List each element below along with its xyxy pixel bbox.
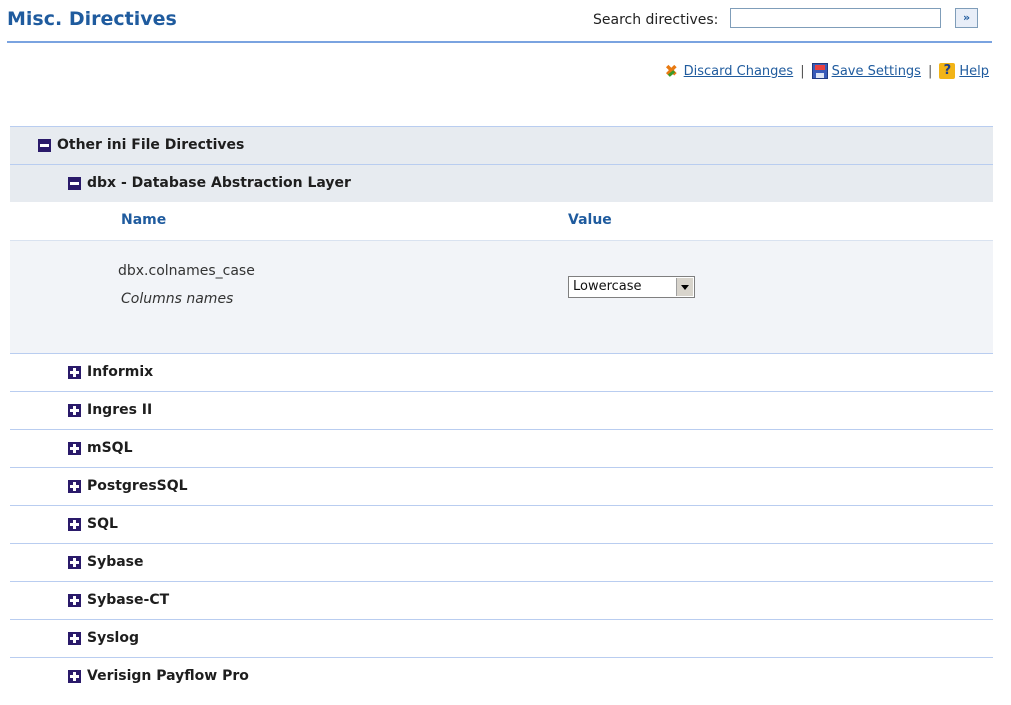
tree-group-item[interactable]: Syslog [10,619,993,657]
page-header: Misc. Directives Search directives: » [0,0,1011,44]
colnames-case-select[interactable]: Lowercase [568,276,695,298]
tree-group-item[interactable]: SQL [10,505,993,543]
save-settings-link[interactable]: Save Settings [832,64,921,79]
page-title: Misc. Directives [7,8,177,30]
tree-subsection-dbx[interactable]: dbx - Database Abstraction Layer [10,164,993,202]
collapse-icon[interactable] [38,139,51,152]
tree-group-item[interactable]: Ingres II [10,391,993,429]
expand-icon[interactable] [68,404,81,417]
expand-icon[interactable] [68,518,81,531]
tree-section-other-ini[interactable]: Other ini File Directives [10,126,993,164]
group-label: Syslog [87,630,139,646]
directive-name: dbx.colnames_case [118,263,255,279]
select-value: Lowercase [573,279,642,294]
group-label: Informix [87,364,154,380]
tree-group-item[interactable]: Verisign Payflow Pro [10,657,993,695]
group-label: PostgresSQL [87,478,188,494]
discard-changes-link[interactable]: Discard Changes [684,64,794,79]
tree-group-item[interactable]: Sybase [10,543,993,581]
collapsed-group-list: Informix Ingres II mSQL PostgresSQL SQL Sybas… [10,353,993,695]
header-divider [7,41,992,43]
search-go-button[interactable]: » [955,8,978,28]
group-label: mSQL [87,440,133,456]
search-label: Search directives: [593,12,719,28]
tree-group-item[interactable]: Informix [10,353,993,391]
directive-row: dbx.colnames_case Columns names Lowercas… [10,240,993,353]
save-icon[interactable] [811,63,828,79]
chevron-down-icon[interactable] [676,278,693,296]
help-link[interactable]: Help [959,64,989,79]
section-label: Other ini File Directives [57,137,245,153]
expand-icon[interactable] [68,670,81,683]
discard-icon[interactable] [664,61,680,80]
expand-icon[interactable] [68,556,81,569]
directive-tree: Other ini File Directives dbx - Database… [10,126,993,695]
action-links: Discard Changes | Save Settings | ? Help [664,61,989,81]
action-separator: | [927,63,933,79]
action-separator: | [800,63,805,79]
group-label: Ingres II [87,402,153,418]
expand-icon[interactable] [68,442,81,455]
group-label: Sybase-CT [87,592,170,608]
tree-group-item[interactable]: mSQL [10,429,993,467]
help-icon[interactable]: ? [939,63,956,79]
directive-description: Columns names [121,291,234,307]
expand-icon[interactable] [68,594,81,607]
tree-group-item[interactable]: Sybase-CT [10,581,993,619]
group-label: Verisign Payflow Pro [87,668,249,684]
expand-icon[interactable] [68,366,81,379]
expand-icon[interactable] [68,632,81,645]
column-header-name: Name [121,212,167,228]
column-header-value: Value [568,212,612,228]
subsection-label: dbx - Database Abstraction Layer [87,175,351,191]
search-input[interactable] [730,8,941,28]
expand-icon[interactable] [68,480,81,493]
group-label: SQL [87,516,118,532]
group-label: Sybase [87,554,144,570]
collapse-icon[interactable] [68,177,81,190]
tree-group-item[interactable]: PostgresSQL [10,467,993,505]
column-header-row: Name Value [10,202,993,240]
